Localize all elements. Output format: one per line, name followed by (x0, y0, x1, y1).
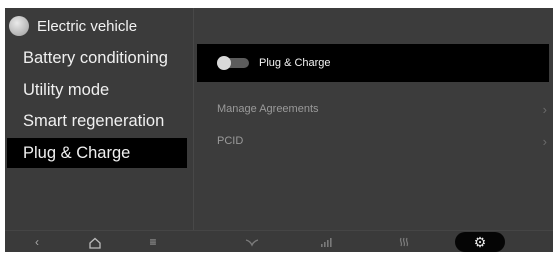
right-panel: Plug & Charge Manage Agreements › PCID › (194, 8, 553, 230)
back-icon[interactable]: ‹ (29, 231, 45, 252)
pcid-row[interactable]: PCID › (197, 126, 549, 156)
menu-item-plug-charge[interactable]: Plug & Charge (7, 138, 187, 168)
header: Electric vehicle (9, 14, 137, 38)
page-title: Electric vehicle (37, 17, 138, 35)
home-icon[interactable] (87, 231, 103, 252)
plug-charge-row[interactable]: Plug & Charge (197, 44, 549, 82)
plug-charge-label: Plug & Charge (259, 57, 331, 69)
bottom-nav-bar: ‹ ≡ ⚙ (5, 230, 553, 252)
settings-icon: ⚙ (473, 233, 487, 250)
menu-item-utility-mode[interactable]: Utility mode (5, 75, 193, 105)
menu-item-smart-regeneration[interactable]: Smart regeneration (5, 106, 193, 136)
signal-icon[interactable] (317, 231, 335, 252)
toggle-knob (217, 56, 231, 70)
settings-menu: Battery conditioning Utility mode Smart … (5, 43, 193, 170)
chevron-right-icon: › (542, 133, 547, 149)
manage-agreements-row[interactable]: Manage Agreements › (197, 94, 549, 124)
vehicle-screen: Electric vehicle Battery conditioning Ut… (5, 8, 553, 252)
chevron-right-icon: › (542, 101, 547, 117)
settings-button[interactable]: ⚙ (455, 232, 505, 252)
menu-item-battery-conditioning[interactable]: Battery conditioning (5, 43, 193, 73)
left-panel: Electric vehicle Battery conditioning Ut… (5, 8, 193, 230)
fan-icon[interactable] (243, 231, 261, 252)
menu-icon[interactable]: ≡ (145, 231, 161, 252)
seat-heat-icon[interactable] (395, 231, 413, 252)
manage-agreements-label: Manage Agreements (217, 103, 319, 115)
plug-charge-toggle[interactable] (217, 56, 249, 70)
pcid-label: PCID (217, 135, 244, 147)
ev-app-icon (9, 16, 29, 36)
